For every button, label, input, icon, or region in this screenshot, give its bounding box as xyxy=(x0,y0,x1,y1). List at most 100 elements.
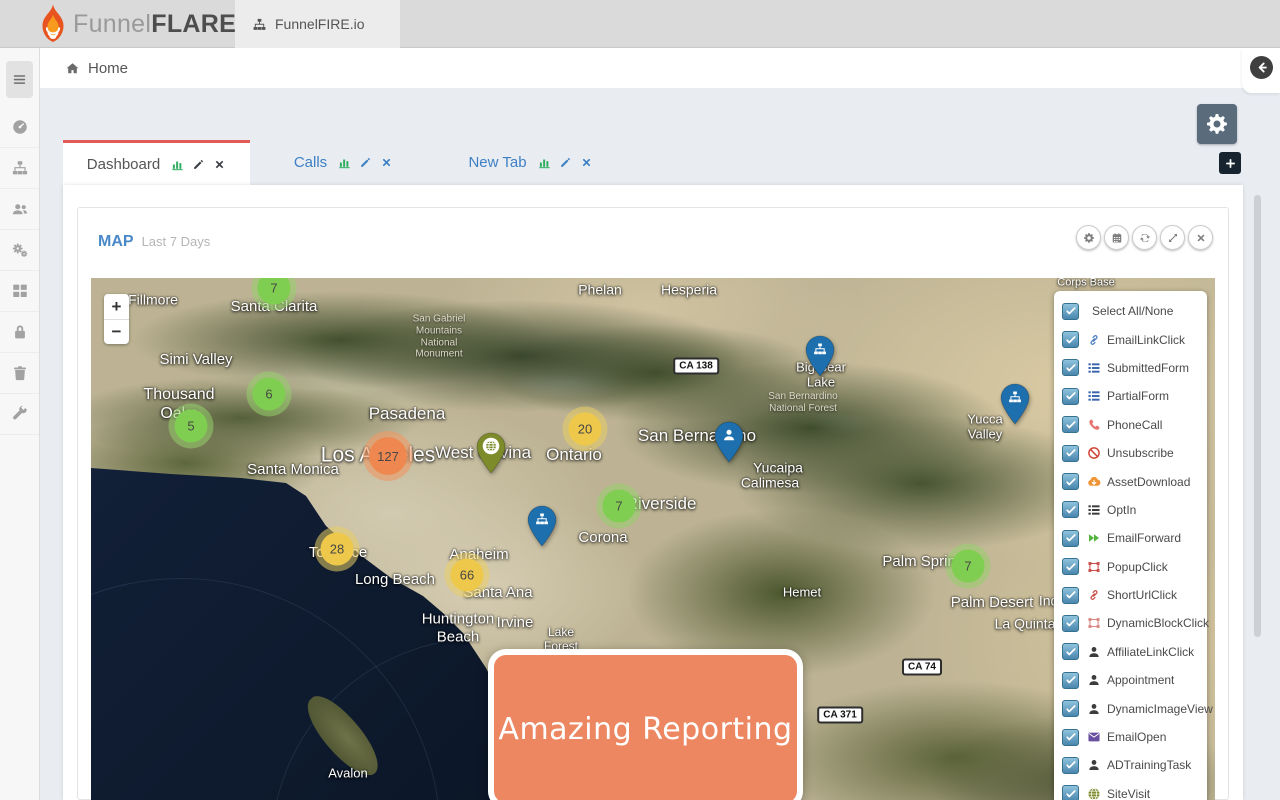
legend-item-emaillinkclick[interactable]: EmailLinkClick xyxy=(1054,325,1207,353)
bar-chart-icon[interactable] xyxy=(538,156,551,169)
checkbox-checked[interactable] xyxy=(1062,672,1079,689)
cluster-count: 28 xyxy=(330,542,344,557)
legend-item-dynamicblockclick[interactable]: DynamicBlockClick xyxy=(1054,609,1207,637)
widget-refresh-button[interactable] xyxy=(1132,225,1157,250)
checkbox-checked[interactable] xyxy=(1062,643,1079,660)
legend-item-emailforward[interactable]: EmailForward xyxy=(1054,524,1207,552)
legend-item-appointment[interactable]: Appointment xyxy=(1054,666,1207,694)
bar-chart-icon[interactable] xyxy=(338,156,351,169)
back-button[interactable] xyxy=(1250,56,1273,79)
checkbox-checked[interactable] xyxy=(1062,359,1079,376)
checkbox-checked[interactable] xyxy=(1062,785,1079,800)
object-group-icon xyxy=(1087,616,1101,630)
user-icon xyxy=(1087,702,1101,716)
checkbox-checked[interactable] xyxy=(1062,558,1079,575)
tab-new-tab[interactable]: New Tab xyxy=(437,140,624,185)
legend-item-assetdownload[interactable]: AssetDownload xyxy=(1054,467,1207,495)
sidebar-item-security[interactable] xyxy=(0,312,39,353)
tab-dashboard[interactable]: Dashboard xyxy=(63,140,250,185)
dashboard-settings-button[interactable] xyxy=(1197,104,1237,144)
funnelflare-logo[interactable]: FunnelFLARE™ xyxy=(36,1,244,47)
map-pin-sitemap[interactable] xyxy=(805,335,835,377)
object-group-icon xyxy=(1087,560,1101,574)
checkbox-checked[interactable] xyxy=(1062,700,1079,717)
edit-pencil-icon[interactable] xyxy=(192,158,205,171)
legend-item-label: ShortUrlClick xyxy=(1107,588,1177,602)
widget-expand-button[interactable] xyxy=(1160,225,1185,250)
checkbox-checked[interactable] xyxy=(1062,501,1079,518)
legend-item-label: EmailLinkClick xyxy=(1107,333,1185,347)
grid-icon xyxy=(11,282,29,300)
map-cluster-marker[interactable]: 66 xyxy=(451,559,484,592)
sidebar-item-trash[interactable] xyxy=(0,353,39,394)
sidebar-menu-toggle[interactable] xyxy=(6,61,33,98)
sidebar-item-automation[interactable] xyxy=(0,230,39,271)
close-icon[interactable] xyxy=(580,156,593,169)
legend-item-affiliatelinkclick[interactable]: AffiliateLinkClick xyxy=(1054,638,1207,666)
map-pin-sitemap[interactable] xyxy=(527,505,557,547)
map-canvas[interactable]: FillmoreSanta ClaritaSimi ValleyThousand… xyxy=(91,278,1215,800)
sidebar-item-contacts[interactable] xyxy=(0,189,39,230)
map-cluster-marker[interactable]: 7 xyxy=(952,550,985,583)
cluster-count: 7 xyxy=(270,281,277,296)
edit-pencil-icon[interactable] xyxy=(559,156,572,169)
widget-close-button[interactable] xyxy=(1188,225,1213,250)
checkbox-checked[interactable] xyxy=(1062,615,1079,632)
map-pin-sitemap[interactable] xyxy=(1000,383,1030,425)
sidebar-item-tools[interactable] xyxy=(0,394,39,435)
legend-item-label: SiteVisit xyxy=(1107,787,1150,800)
gear-icon xyxy=(1205,112,1229,136)
sidebar-item-funnels[interactable] xyxy=(0,148,39,189)
bar-chart-icon[interactable] xyxy=(171,158,184,171)
legend-item-shorturlclick[interactable]: ShortUrlClick xyxy=(1054,581,1207,609)
road-badge: CA 138 xyxy=(673,358,719,375)
legend-item-adtrainingtask[interactable]: ADTrainingTask xyxy=(1054,751,1207,779)
legend-item-optin[interactable]: OptIn xyxy=(1054,496,1207,524)
legend-item-phonecall[interactable]: PhoneCall xyxy=(1054,411,1207,439)
checkbox-checked[interactable] xyxy=(1062,757,1079,774)
legend-item-emailopen[interactable]: EmailOpen xyxy=(1054,723,1207,751)
app-tab-funnelfire[interactable]: FunnelFIRE.io xyxy=(235,0,400,48)
checkbox-checked[interactable] xyxy=(1062,473,1079,490)
checkbox-checked[interactable] xyxy=(1062,331,1079,348)
widget-daterange-button[interactable] xyxy=(1104,225,1129,250)
checkbox-checked[interactable] xyxy=(1062,416,1079,433)
logo-text-funnel: Funnel xyxy=(73,10,151,39)
edit-pencil-icon[interactable] xyxy=(359,156,372,169)
legend-item-submittedform[interactable]: SubmittedForm xyxy=(1054,354,1207,382)
legend-item-sitevisit[interactable]: SiteVisit xyxy=(1054,780,1207,800)
map-pin-globe[interactable] xyxy=(476,432,506,474)
add-tab-button[interactable] xyxy=(1219,152,1241,174)
breadcrumb-home-link[interactable]: Home xyxy=(88,60,128,77)
map-pin-user[interactable] xyxy=(714,421,744,463)
legend-item-popupclick[interactable]: PopupClick xyxy=(1054,553,1207,581)
widget-header: MAP Last 7 Days xyxy=(98,233,210,251)
close-icon[interactable] xyxy=(380,156,393,169)
zoom-in-button[interactable]: + xyxy=(104,294,129,319)
map-cluster-marker[interactable]: 127 xyxy=(369,437,407,475)
legend-item-label: PopupClick xyxy=(1107,560,1168,574)
legend-item-partialform[interactable]: PartialForm xyxy=(1054,382,1207,410)
home-icon xyxy=(65,61,80,76)
map-cluster-marker[interactable]: 28 xyxy=(321,533,354,566)
legend-item-select-all-none[interactable]: Select All/None xyxy=(1054,297,1207,325)
checkbox-checked[interactable] xyxy=(1062,587,1079,604)
page-scrollbar[interactable] xyxy=(1254,195,1261,637)
close-icon[interactable] xyxy=(213,158,226,171)
checkbox-checked[interactable] xyxy=(1062,729,1079,746)
sidebar-item-modules[interactable] xyxy=(0,271,39,312)
widget-settings-button[interactable] xyxy=(1076,225,1101,250)
tab-calls[interactable]: Calls xyxy=(250,140,437,185)
map-cluster-marker[interactable]: 5 xyxy=(175,410,208,443)
legend-item-dynamicimageview[interactable]: DynamicImageView xyxy=(1054,694,1207,722)
zoom-out-button[interactable]: − xyxy=(104,319,129,344)
checkbox-checked[interactable] xyxy=(1062,303,1079,320)
checkbox-checked[interactable] xyxy=(1062,388,1079,405)
checkbox-checked[interactable] xyxy=(1062,445,1079,462)
map-cluster-marker[interactable]: 6 xyxy=(253,378,286,411)
checkbox-checked[interactable] xyxy=(1062,530,1079,547)
map-cluster-marker[interactable]: 7 xyxy=(603,490,636,523)
sidebar-item-dashboard[interactable] xyxy=(0,107,39,148)
legend-item-unsubscribe[interactable]: Unsubscribe xyxy=(1054,439,1207,467)
map-cluster-marker[interactable]: 20 xyxy=(569,413,602,446)
